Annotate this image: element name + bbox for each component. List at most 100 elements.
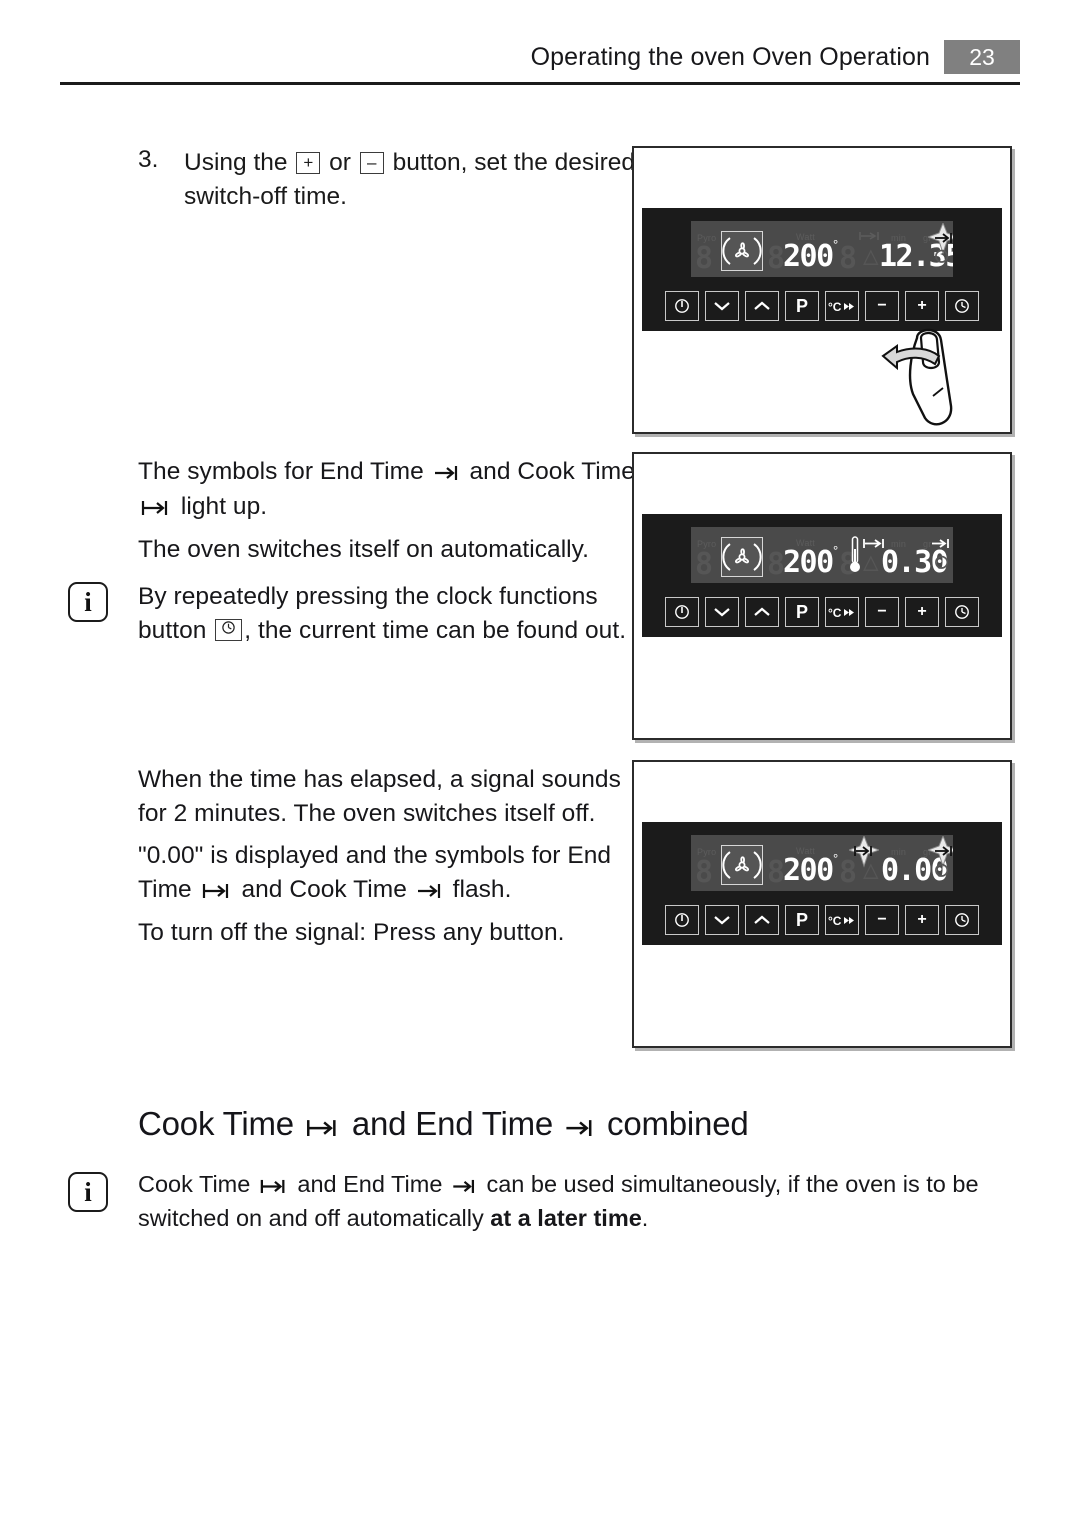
block-e-period: . [641, 1205, 649, 1232]
info-icon: i [68, 582, 108, 622]
block-b-line1b: and Cook Time [469, 458, 635, 485]
clock-key-icon [215, 618, 243, 641]
degc-button-3[interactable]: °C [825, 905, 859, 935]
block-e-part2: and End Time [297, 1171, 443, 1197]
minus-button-2[interactable]: − [865, 597, 899, 627]
block-d-line3: To turn off the signal: Press any button… [138, 919, 565, 947]
page-header: Operating the oven Oven Operation 23 [60, 38, 1020, 85]
hand-pressing-plus-illustration [877, 320, 997, 432]
control-strip-2: Pyro 8 Watt 8 200 ° 8 △ min gr 0.30 ○ P … [642, 514, 1002, 637]
lcd-degree-2: ° [833, 543, 839, 558]
power-button-1[interactable] [665, 291, 699, 321]
up-button-3[interactable] [745, 905, 779, 935]
lcd-ghost-clock-3: ○ [935, 857, 948, 882]
degc-button-2[interactable]: °C [825, 597, 859, 627]
lcd-ghost-mid-3: 8 [767, 855, 785, 890]
paragraph-clock-functions: By repeatedly pressing the clock functio… [138, 580, 638, 647]
paragraph-symbols-light-up: The symbols for End Time and Cook Time l… [138, 455, 643, 567]
oven-panel-3: Pyro 8 Watt 8 200 ° 8 △ min gr 0.00 ○ P … [632, 760, 1012, 1048]
heading-part1: Cook Time [138, 1105, 294, 1142]
lcd-ghost-clock-2: ○ [935, 549, 948, 574]
plus-button-2[interactable]: + [905, 597, 939, 627]
cook-time-arrow-icon [141, 491, 171, 525]
button-row-1: P °C − + [642, 291, 1002, 321]
plus-button-3[interactable]: + [905, 905, 939, 935]
down-button-3[interactable] [705, 905, 739, 935]
up-button-2[interactable] [745, 597, 779, 627]
svg-text:°C: °C [828, 914, 842, 927]
paragraph-combined-usage: Cook Time and End Time can be used simul… [138, 1168, 1006, 1236]
header-row: Operating the oven Oven Operation 23 [60, 38, 1020, 76]
p-button-2[interactable]: P [785, 597, 819, 627]
end-time-arrow-icon-2 [417, 874, 443, 908]
lcd-ghost-left-3: 8 [695, 855, 713, 890]
block-e-part1: Cook Time [138, 1171, 251, 1197]
lcd-display-2: Pyro 8 Watt 8 200 ° 8 △ min gr 0.30 ○ [691, 527, 953, 583]
paragraph-time-elapsed: When the time has elapsed, a signal soun… [138, 763, 638, 950]
button-row-2: P °C − + [642, 597, 1002, 627]
lcd-ghost-mid-2: 8 [767, 547, 785, 582]
block-e-bold: at a later time [490, 1205, 642, 1232]
lcd-temperature-1: 200 [783, 239, 834, 274]
clock-button-1[interactable] [945, 291, 979, 321]
minus-button-1[interactable]: − [865, 291, 899, 321]
step-3: 3. Using the + or – button, set the desi… [138, 146, 638, 213]
power-button-3[interactable] [665, 905, 699, 935]
down-button-2[interactable] [705, 597, 739, 627]
lcd-degree-3: ° [833, 851, 839, 866]
block-c-line2a: button [138, 616, 207, 644]
header-divider [60, 82, 1020, 85]
lcd-display-1: Pyro 8 Watt 8 200 ° 8 △ min gr 12.3 ○ [691, 221, 953, 277]
info-icon-2: i [68, 1172, 108, 1212]
page-title: Operating the oven Oven Operation [530, 42, 930, 71]
cook-time-arrow-icon-3 [260, 1169, 288, 1202]
block-c-line1: By repeatedly pressing the clock functio… [138, 583, 598, 610]
minus-button-3[interactable]: − [865, 905, 899, 935]
lcd-ghost-left-2: 8 [695, 547, 713, 582]
end-time-arrow-icon-3 [452, 1169, 477, 1202]
cook-time-arrow-icon-2 [202, 874, 232, 908]
p-button-3[interactable]: P [785, 905, 819, 935]
lcd-temperature-3: 200 [783, 853, 834, 888]
block-b-line2: light up. [180, 492, 268, 520]
end-time-arrow-icon-heading [565, 1106, 595, 1144]
clock-button-2[interactable] [945, 597, 979, 627]
step-text-part2: or [329, 149, 351, 176]
fan-indicator-1 [721, 231, 763, 271]
lcd-ghost-mid2-1: 8 [839, 241, 857, 276]
up-button-1[interactable] [745, 291, 779, 321]
plus-button-1[interactable]: + [905, 291, 939, 321]
step-number: 3. [138, 146, 159, 173]
clock-button-3[interactable] [945, 905, 979, 935]
block-c-line2b: , the current time can be found out. [244, 616, 627, 644]
page-number-badge: 23 [944, 40, 1020, 74]
p-button-1[interactable]: P [785, 291, 819, 321]
lcd-temperature-2: 200 [783, 545, 834, 580]
end-time-arrow-icon [434, 456, 460, 490]
thermometer-indicator-2 [849, 535, 861, 580]
svg-text:°C: °C [828, 300, 842, 313]
plus-key-icon: + [296, 152, 321, 174]
block-d-line2b: and Cook Time [241, 875, 407, 903]
cook-time-arrow-icon-heading [306, 1106, 340, 1144]
degc-button-1[interactable]: °C [825, 291, 859, 321]
heading-part3: combined [607, 1105, 749, 1142]
block-d-line2c: flash. [452, 875, 512, 903]
block-d-line1: When the time has elapsed, a signal soun… [138, 766, 621, 827]
button-row-3: P °C − + [642, 905, 1002, 935]
down-button-1[interactable] [705, 291, 739, 321]
lcd-cook-time-symbol-1 [859, 231, 881, 243]
heading-part2: and End Time [351, 1105, 554, 1142]
power-button-2[interactable] [665, 597, 699, 627]
oven-panel-1: Pyro 8 Watt 8 200 ° 8 △ min gr 12.3 ○ P … [632, 146, 1012, 434]
block-b-line1a: The symbols for End Time [138, 458, 424, 485]
lcd-ghost-left-1: 8 [695, 241, 713, 276]
block-b-line3: The oven switches itself on automaticall… [138, 536, 590, 564]
lcd-ghost-bell-1: △ [863, 241, 879, 271]
section-heading: Cook Time and End Time combined [138, 1105, 749, 1144]
control-strip-1: Pyro 8 Watt 8 200 ° 8 △ min gr 12.3 ○ P … [642, 208, 1002, 331]
step-text-part1: Using the [184, 149, 288, 176]
svg-text:°C: °C [828, 606, 842, 619]
step-text: Using the + or – button, set the desired… [184, 146, 638, 213]
cook-time-flash-indicator-3 [847, 835, 881, 873]
